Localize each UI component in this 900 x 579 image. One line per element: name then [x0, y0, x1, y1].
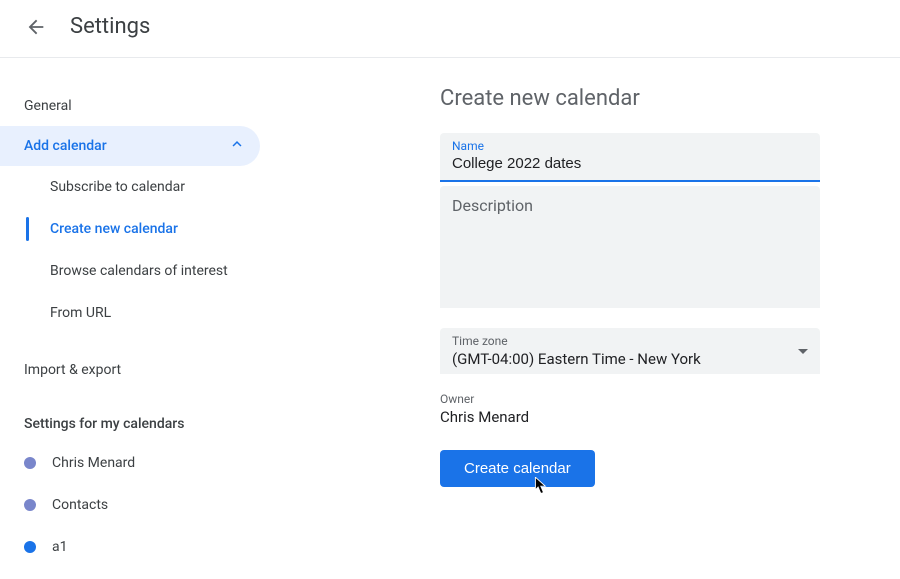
main-title: Create new calendar — [440, 86, 840, 111]
sidebar-item-add-calendar[interactable]: Add calendar — [0, 126, 260, 166]
calendar-color-dot — [24, 541, 36, 553]
sidebar-item-browse[interactable]: Browse calendars of interest — [26, 250, 260, 292]
calendar-name-input[interactable] — [452, 155, 808, 172]
sidebar-item-import-export[interactable]: Import & export — [0, 350, 260, 390]
sidebar-label-create-new: Create new calendar — [50, 221, 178, 237]
add-calendar-sublist: Subscribe to calendar Create new calenda… — [0, 166, 260, 334]
calendar-name: Contacts — [52, 497, 108, 513]
sidebar-item-subscribe[interactable]: Subscribe to calendar — [26, 166, 260, 208]
sidebar-label-import-export: Import & export — [24, 362, 121, 378]
sidebar-item-general[interactable]: General — [0, 86, 260, 126]
content-wrapper: General Add calendar Subscribe to calend… — [0, 58, 900, 568]
settings-header: Settings — [0, 0, 900, 58]
sidebar-label-subscribe: Subscribe to calendar — [50, 179, 185, 195]
sidebar-item-create-new[interactable]: Create new calendar — [26, 208, 260, 250]
calendar-name: Chris Menard — [52, 455, 135, 471]
timezone-select[interactable]: Time zone (GMT-04:00) Eastern Time - New… — [440, 328, 820, 374]
sidebar-label-add-calendar: Add calendar — [24, 138, 107, 154]
back-arrow-icon[interactable] — [24, 15, 48, 39]
timezone-label: Time zone — [452, 334, 798, 348]
sidebar-item-from-url[interactable]: From URL — [26, 292, 260, 334]
owner-block: Owner Chris Menard — [440, 392, 840, 426]
calendar-name-field[interactable]: Name — [440, 133, 820, 182]
calendar-item[interactable]: Chris Menard — [0, 442, 260, 484]
calendar-description-placeholder: Description — [452, 196, 808, 215]
sidebar-label-browse: Browse calendars of interest — [50, 263, 228, 279]
calendar-item[interactable]: Contacts — [0, 484, 260, 526]
sidebar-section-my-calendars: Settings for my calendars — [0, 390, 260, 442]
timezone-value: (GMT-04:00) Eastern Time - New York — [452, 350, 798, 368]
calendar-name-label: Name — [452, 139, 808, 153]
create-calendar-button[interactable]: Create calendar — [440, 450, 595, 487]
calendar-name: a1 — [52, 539, 67, 555]
chevron-up-icon — [228, 135, 246, 157]
settings-sidebar: General Add calendar Subscribe to calend… — [0, 86, 260, 568]
calendar-description-field[interactable]: Description — [440, 186, 820, 308]
dropdown-arrow-icon — [798, 342, 808, 361]
owner-label: Owner — [440, 392, 840, 406]
calendar-item[interactable]: a1 — [0, 526, 260, 568]
page-title: Settings — [70, 14, 150, 39]
sidebar-label-from-url: From URL — [50, 305, 111, 321]
calendar-color-dot — [24, 457, 36, 469]
main-panel: Create new calendar Name Description Tim… — [260, 86, 900, 568]
owner-value: Chris Menard — [440, 408, 840, 426]
sidebar-label-general: General — [24, 98, 72, 114]
calendar-color-dot — [24, 499, 36, 511]
